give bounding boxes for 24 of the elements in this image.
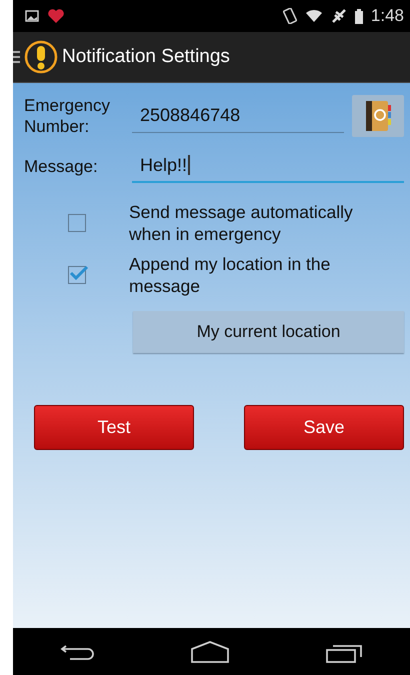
vibrate-icon bbox=[282, 8, 297, 24]
checkbox[interactable] bbox=[68, 214, 86, 232]
number-field[interactable]: 2508846748 bbox=[132, 99, 344, 133]
message-field[interactable]: Help!! bbox=[132, 149, 404, 183]
battery-icon bbox=[354, 8, 363, 24]
alert-logo-icon bbox=[24, 40, 58, 74]
action-button[interactable]: Save bbox=[244, 405, 404, 450]
heart-icon bbox=[47, 8, 65, 24]
app-title: Notification Settings bbox=[62, 46, 230, 68]
menu-icon[interactable] bbox=[13, 50, 20, 64]
option-label: Send message automatically when in emergency bbox=[129, 201, 354, 245]
message-label: Message: bbox=[24, 156, 99, 176]
contacts-button[interactable] bbox=[352, 95, 404, 137]
status-time: 1:48 bbox=[370, 6, 404, 26]
option-label: Append my location in the message bbox=[129, 253, 332, 297]
address-book-icon bbox=[364, 100, 392, 132]
wifi-icon bbox=[304, 9, 323, 23]
location-button[interactable]: My current location bbox=[133, 311, 404, 353]
picture-icon bbox=[25, 10, 39, 22]
number-label: Emergency Number: bbox=[24, 95, 111, 137]
action-button[interactable]: Test bbox=[34, 405, 194, 450]
home-icon[interactable] bbox=[190, 640, 230, 662]
checkbox[interactable] bbox=[68, 266, 86, 284]
airplane-icon bbox=[330, 8, 347, 24]
